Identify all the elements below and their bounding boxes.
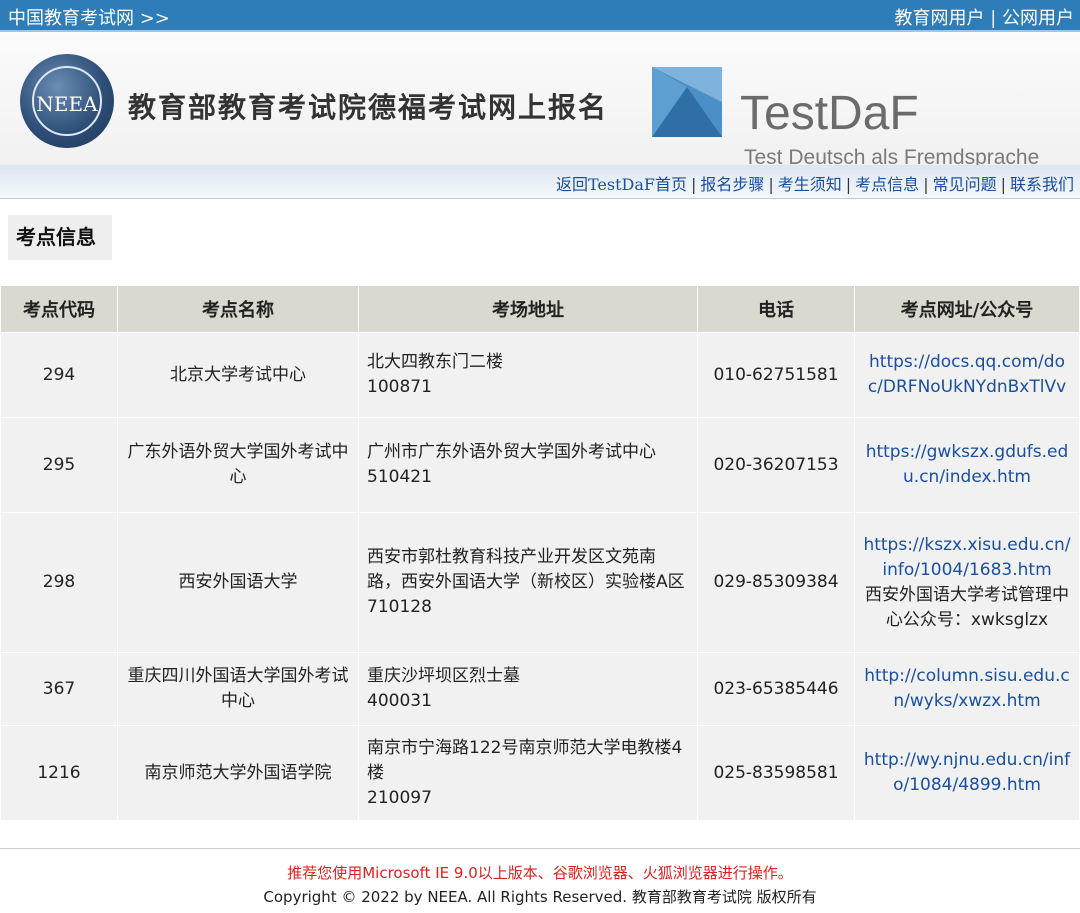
nav-testdaf-home[interactable]: 返回TestDaF首页 [556,175,687,194]
top-bar: 中国教育考试网 >> 教育网用户 | 公网用户 [0,0,1080,32]
footer-divider [0,848,1080,849]
website-link[interactable]: http://column.sisu.edu.cn/wyks/xwzx.htm [863,664,1071,714]
cell-phone: 023-65385446 [697,652,855,726]
address-line: 南京市宁海路122号南京师范大学电教楼4楼 [367,737,683,783]
china-exam-site-link[interactable]: 中国教育考试网 >> [8,4,170,30]
cell-code: 295 [0,417,118,513]
test-center-table: 考点代码 考点名称 考场地址 电话 考点网址/公众号 294 北京大学考试中心 … [0,285,1080,821]
table-header-row: 考点代码 考点名称 考场地址 电话 考点网址/公众号 [0,285,1080,333]
testdaf-title: TestDaF [740,87,919,140]
nav-separator: | [923,175,929,194]
site-header: NEEA 教育部教育考试院德福考试网上报名 TestDaF Test Deuts… [0,32,1080,169]
cell-address: 广州市广东外语外贸大学国外考试中心 510421 [358,417,698,513]
nav-faq[interactable]: 常见问题 [933,175,997,194]
postal-code: 210097 [367,787,432,808]
cell-address: 北大四教东门二楼 100871 [358,332,698,418]
page-title: 考点信息 [8,215,112,260]
column-header-address: 考场地址 [358,285,698,333]
cell-website: http://column.sisu.edu.cn/wyks/xwzx.htm [854,652,1080,726]
main-nav: 返回TestDaF首页 | 报名步骤 | 考生须知 | 考点信息 | 常见问题 | 联系我们 [0,165,1080,199]
cell-website: https://gwkszx.gdufs.edu.cn/index.htm [854,417,1080,513]
address-line: 北大四教东门二楼 [367,352,503,372]
address-line: 广州市广东外语外贸大学国外考试中心 [367,442,656,462]
nav-separator: | [1000,175,1006,194]
cell-website: https://kszx.xisu.edu.cn/info/1004/1683.… [854,512,1080,653]
cell-website: https://docs.qq.com/doc/DRFNoUkNYdnBxTlV… [854,332,1080,418]
postal-code: 400031 [367,691,432,711]
cell-website: http://wy.njnu.edu.cn/info/1084/4899.htm [854,725,1080,821]
nav-separator: | [845,175,852,194]
educational-network-user-link[interactable]: 教育网用户 [894,8,984,29]
column-header-website: 考点网址/公众号 [854,285,1080,333]
nav-separator: | [690,175,697,194]
cell-name: 北京大学考试中心 [117,332,359,418]
table-row: 294 北京大学考试中心 北大四教东门二楼 100871 010-6275158… [0,332,1080,418]
cell-code: 298 [0,512,118,653]
cell-code: 1216 [0,725,118,821]
cell-phone: 020-36207153 [697,417,855,513]
table-row: 295 广东外语外贸大学国外考试中心 广州市广东外语外贸大学国外考试中心 510… [0,417,1080,513]
column-header-name: 考点名称 [117,285,359,333]
cell-name: 南京师范大学外国语学院 [117,725,359,821]
cell-phone: 029-85309384 [697,512,855,653]
nav-contact-us[interactable]: 联系我们 [1010,175,1074,194]
browser-recommendation-notice: 推荐您使用Microsoft IE 9.0以上版本、谷歌浏览器、火狐浏览器进行操… [287,864,793,882]
public-network-user-link[interactable]: 公网用户 [1002,8,1074,29]
cell-address: 南京市宁海路122号南京师范大学电教楼4楼 210097 [358,725,698,821]
cell-code: 367 [0,652,118,726]
table-row: 1216 南京师范大学外国语学院 南京市宁海路122号南京师范大学电教楼4楼 2… [0,725,1080,821]
postal-code: 100871 [367,377,432,397]
table-row: 298 西安外国语大学 西安市郭杜教育科技产业开发区文苑南路，西安外国语大学（新… [0,512,1080,653]
cell-address: 西安市郭杜教育科技产业开发区文苑南路，西安外国语大学（新校区）实验楼A区 710… [358,512,698,653]
table-row: 367 重庆四川外国语大学国外考试中心 重庆沙坪坝区烈士墓 400031 023… [0,652,1080,726]
wechat-account-note: 西安外国语大学考试管理中心公众号：xwksglzx [865,584,1069,630]
user-type-links: 教育网用户 | 公网用户 [894,4,1074,30]
website-link[interactable]: http://wy.njnu.edu.cn/info/1084/4899.htm [863,748,1071,798]
address-line: 重庆沙坪坝区烈士墓 [367,666,520,686]
site-title: 教育部教育考试院德福考试网上报名 [128,91,609,124]
nav-test-center-info[interactable]: 考点信息 [855,175,919,194]
cell-code: 294 [0,332,118,418]
cell-phone: 010-62751581 [697,332,855,418]
column-header-phone: 电话 [697,285,855,333]
website-link[interactable]: https://kszx.xisu.edu.cn/info/1004/1683.… [863,533,1071,583]
copyright-text: Copyright © 2022 by NEEA. All Rights Res… [263,888,817,906]
cell-phone: 025-83598581 [697,725,855,821]
address-line: 西安市郭杜教育科技产业开发区文苑南路，西安外国语大学（新校区）实验楼A区 [367,547,685,592]
cell-name: 西安外国语大学 [117,512,359,653]
column-header-code: 考点代码 [0,285,118,333]
website-link[interactable]: https://gwkszx.gdufs.edu.cn/index.htm [863,440,1071,490]
neea-logo: NEEA [20,54,114,148]
website-link[interactable]: https://docs.qq.com/doc/DRFNoUkNYdnBxTlV… [863,350,1071,400]
neea-logo-text: NEEA [36,92,98,116]
cell-name: 重庆四川外国语大学国外考试中心 [117,652,359,726]
postal-code: 510421 [367,467,432,487]
nav-candidate-notice[interactable]: 考生须知 [778,175,842,194]
postal-code: 710128 [367,597,432,617]
cell-name: 广东外语外贸大学国外考试中心 [117,417,359,513]
testdaf-logo-icon [652,67,722,137]
cell-address: 重庆沙坪坝区烈士墓 400031 [358,652,698,726]
nav-registration-steps[interactable]: 报名步骤 [700,175,764,194]
user-links-separator: | [990,8,997,29]
nav-links: 返回TestDaF首页 | 报名步骤 | 考生须知 | 考点信息 | 常见问题 | 联系我们 [556,171,1074,195]
nav-separator: | [768,175,774,194]
